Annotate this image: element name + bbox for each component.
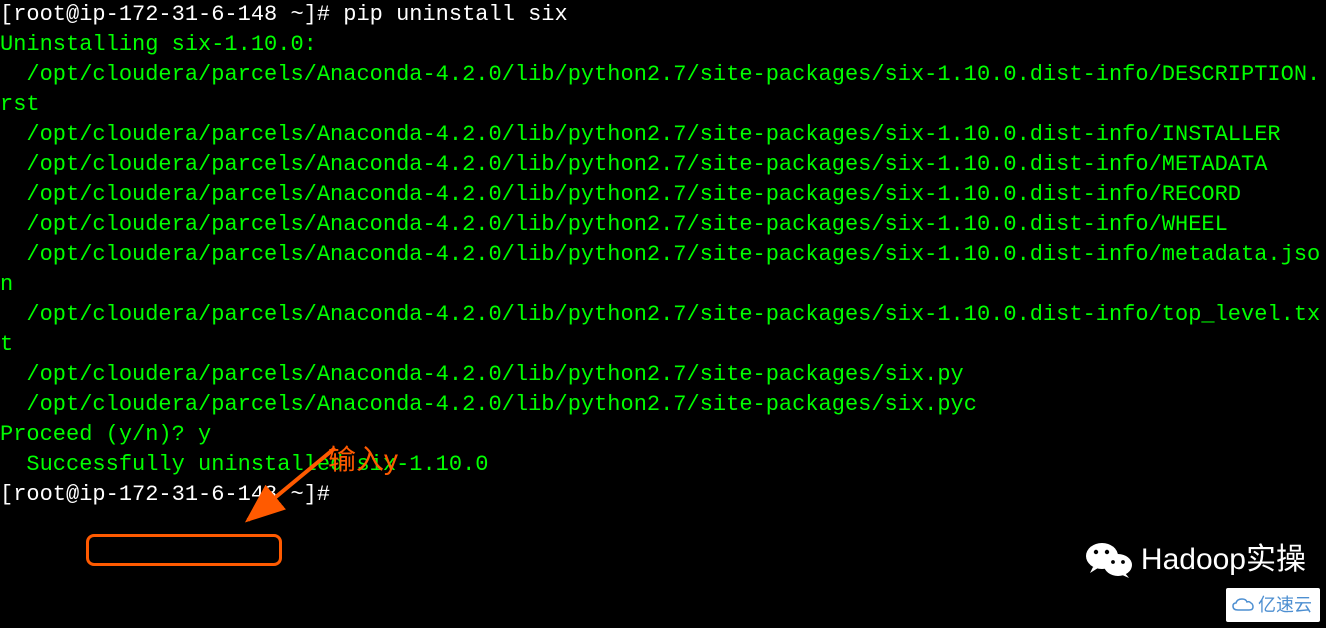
output-file: /opt/cloudera/parcels/Anaconda-4.2.0/lib…: [0, 60, 1326, 120]
output-success: Successfully uninstalled six-1.10.0: [0, 450, 1326, 480]
cloud-icon: [1232, 598, 1254, 612]
output-uninstalling: Uninstalling six-1.10.0:: [0, 30, 1326, 60]
command-text: pip uninstall six: [343, 2, 567, 27]
wechat-watermark: Hadoop实操: [1085, 540, 1306, 580]
wechat-icon: [1085, 540, 1133, 580]
shell-prompt: [root@ip-172-31-6-148 ~]#: [0, 482, 343, 507]
shell-prompt: [root@ip-172-31-6-148 ~]#: [0, 2, 343, 27]
output-file: /opt/cloudera/parcels/Anaconda-4.2.0/lib…: [0, 150, 1326, 180]
output-file: /opt/cloudera/parcels/Anaconda-4.2.0/lib…: [0, 300, 1326, 360]
output-file: /opt/cloudera/parcels/Anaconda-4.2.0/lib…: [0, 180, 1326, 210]
proceed-prompt: Proceed (y/n)?: [0, 422, 198, 447]
wechat-watermark-text: Hadoop实操: [1141, 545, 1306, 575]
annotation-label: 输入y: [328, 445, 398, 475]
proceed-answer: y: [198, 422, 211, 447]
terminal-output[interactable]: [root@ip-172-31-6-148 ~]# pip uninstall …: [0, 0, 1326, 510]
yisu-watermark: 亿速云: [1226, 588, 1320, 622]
output-file: /opt/cloudera/parcels/Anaconda-4.2.0/lib…: [0, 240, 1326, 300]
yisu-watermark-text: 亿速云: [1258, 590, 1312, 620]
output-file: /opt/cloudera/parcels/Anaconda-4.2.0/lib…: [0, 210, 1326, 240]
output-file: /opt/cloudera/parcels/Anaconda-4.2.0/lib…: [0, 120, 1326, 150]
output-file: /opt/cloudera/parcels/Anaconda-4.2.0/lib…: [0, 360, 1326, 390]
annotation-highlight-box: [86, 534, 282, 566]
output-file: /opt/cloudera/parcels/Anaconda-4.2.0/lib…: [0, 390, 1326, 420]
